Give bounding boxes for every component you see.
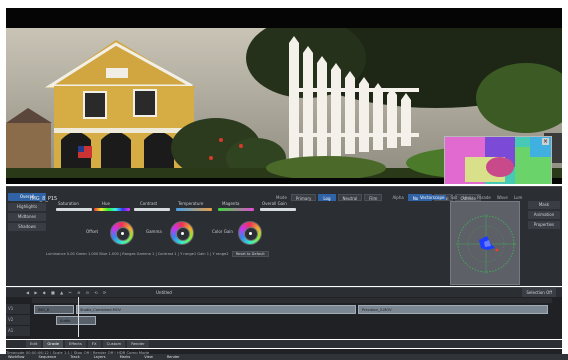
- tab-grade[interactable]: Grade: [43, 340, 63, 348]
- reset-default-button[interactable]: Reset to Default: [231, 251, 269, 257]
- timeline: ◀ ▶ ◆ ■ ▲ ✂ ⊕ ⊖ ⟲ ⟳ Untitled Selection O…: [6, 287, 562, 339]
- pip-image: [445, 137, 551, 184]
- hue-slider[interactable]: [94, 208, 130, 211]
- clip-precision[interactable]: Precision_2.MOV: [358, 305, 548, 314]
- clip-img8[interactable]: IMG_8: [34, 305, 74, 314]
- saturation-slider[interactable]: [56, 208, 92, 211]
- mode-log-button[interactable]: Log: [318, 194, 336, 201]
- timeline-toolbar: ◀ ▶ ◆ ■ ▲ ✂ ⊕ ⊖ ⟲ ⟳ Untitled Selection O…: [6, 288, 562, 297]
- overall-gain-label: Overall Gain: [262, 201, 287, 206]
- overall-gain-slider[interactable]: [260, 208, 296, 211]
- track-header-v2[interactable]: V2: [6, 315, 30, 325]
- tab-shadows[interactable]: Shadows: [8, 223, 46, 231]
- timeline-tools[interactable]: ◀ ▶ ◆ ■ ▲ ✂ ⊕ ⊖ ⟲ ⟳: [26, 288, 108, 297]
- tab-mask[interactable]: Mask: [528, 201, 560, 209]
- clip-audio[interactable]: Audio: [56, 316, 96, 325]
- tab-highlights[interactable]: Highlights: [8, 203, 46, 211]
- vectorscope: [450, 201, 520, 285]
- scope-tab-hue[interactable]: Hue: [461, 195, 473, 200]
- vectorscope-graph: [456, 214, 516, 274]
- saturation-label: Saturation: [58, 201, 79, 206]
- scope-tab-sat[interactable]: Sat: [448, 195, 459, 200]
- color-gain-label: Color Gain: [212, 229, 233, 234]
- color-gain-wheel[interactable]: [238, 221, 262, 245]
- tab-custom[interactable]: Custom: [102, 340, 126, 348]
- alpha-label: Alpha: [392, 195, 404, 200]
- menu-marks[interactable]: Marks: [120, 354, 131, 360]
- tab-render[interactable]: Render: [127, 340, 149, 348]
- mode-label: Mode: [276, 195, 287, 200]
- scope-tabs: Vectorscope Sat Hue Parade Wave Lum: [418, 193, 524, 201]
- track-header-a1[interactable]: A1: [6, 326, 30, 336]
- tab-midtones[interactable]: Midtones: [8, 213, 46, 221]
- clip-name: IMG_8_P15: [30, 196, 58, 202]
- tab-animation[interactable]: Animation: [528, 211, 560, 219]
- menu-render[interactable]: Render: [167, 354, 180, 360]
- menu-track[interactable]: Track: [70, 354, 79, 360]
- menu-view[interactable]: View: [144, 354, 153, 360]
- scope-tab-lum[interactable]: Lum: [512, 195, 525, 200]
- menu-sequence[interactable]: Sequence: [39, 354, 57, 360]
- gamma-label: Gamma: [146, 229, 162, 234]
- temperature-slider[interactable]: [176, 208, 212, 211]
- menu-workflow[interactable]: Workflow: [8, 354, 25, 360]
- playhead[interactable]: [78, 297, 79, 337]
- scope-tab-wave[interactable]: Wave: [495, 195, 510, 200]
- temperature-label: Temperature: [178, 201, 204, 206]
- sequence-name: Untitled: [156, 290, 172, 295]
- tab-edit[interactable]: Edit: [26, 340, 42, 348]
- close-icon[interactable]: ×: [542, 138, 549, 145]
- offset-wheel[interactable]: [110, 221, 134, 245]
- application-window: × Overall Highlights Midtones Shadows IM…: [0, 0, 568, 360]
- tab-properties[interactable]: Properties: [528, 221, 560, 229]
- tab-effects[interactable]: Effects: [64, 340, 86, 348]
- mode-neutral-button[interactable]: Neutral: [337, 194, 363, 201]
- pip-preview[interactable]: ×: [444, 136, 552, 184]
- readout-text: Luminance 0.00 Green 1.000 Blue 1.000 | …: [46, 252, 229, 256]
- color-panel: Overall Highlights Midtones Shadows IMG_…: [6, 186, 562, 286]
- viewer: ×: [6, 8, 562, 184]
- clip-studio-combined[interactable]: Studio_Combined.MOV: [76, 305, 356, 314]
- tab-fx[interactable]: FX: [87, 340, 101, 348]
- contrast-label: Contrast: [140, 201, 158, 206]
- track-header-v1[interactable]: V1: [6, 304, 30, 314]
- selection-toggle[interactable]: Selection Off: [522, 288, 556, 297]
- magenta-label: Magenta: [222, 201, 240, 206]
- color-gain-wheel-handle[interactable]: [249, 232, 252, 235]
- gamma-wheel[interactable]: [170, 221, 194, 245]
- gamma-wheel-handle[interactable]: [181, 232, 184, 235]
- menu-bar: Workflow Sequence Track Layers Marks Vie…: [0, 354, 568, 360]
- scope-tab-vectorscope[interactable]: Vectorscope: [418, 194, 447, 200]
- magenta-slider[interactable]: [218, 208, 254, 211]
- value-readout: Luminance 0.00 Green 1.000 Blue 1.000 | …: [46, 251, 269, 257]
- hue-label: Hue: [102, 201, 111, 206]
- menu-layers[interactable]: Layers: [94, 354, 106, 360]
- scope-tab-parade[interactable]: Parade: [475, 195, 493, 200]
- workspace-tabs: Edit Grade Effects FX Custom Render: [6, 340, 562, 348]
- timeline-ruler[interactable]: [32, 298, 552, 303]
- offset-label: Offset: [86, 229, 99, 234]
- side-tabs: Mask Animation Properties: [528, 201, 560, 231]
- contrast-slider[interactable]: [134, 208, 170, 211]
- offset-wheel-handle[interactable]: [121, 232, 124, 235]
- mode-film-button[interactable]: Film: [364, 194, 383, 201]
- mode-primary-button[interactable]: Primary: [290, 194, 317, 201]
